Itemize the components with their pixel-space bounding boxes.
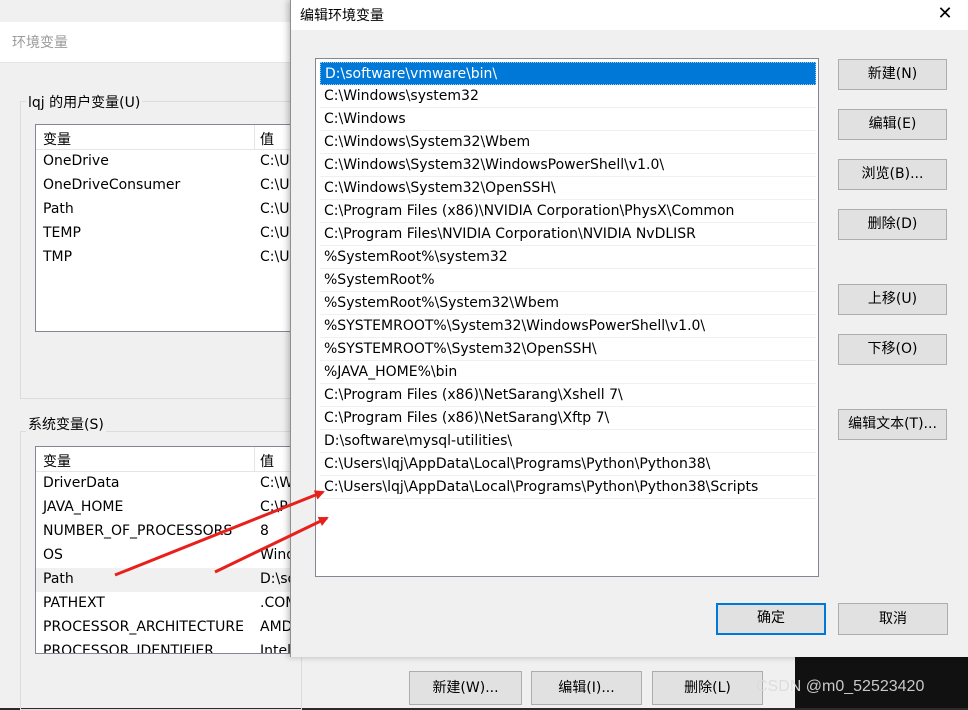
var-value: C:\U bbox=[260, 249, 290, 265]
user-vars-label: lqj 的用户变量(U) bbox=[26, 92, 143, 112]
path-list-item[interactable]: %JAVA_HOME%\bin bbox=[320, 361, 816, 384]
delete-button[interactable]: 删除(D) bbox=[838, 209, 947, 240]
system-vars-label: 系统变量(S) bbox=[26, 414, 106, 434]
col-header-value[interactable]: 值 bbox=[260, 129, 274, 149]
var-value: C:\U bbox=[260, 201, 290, 217]
path-list-item[interactable]: %SystemRoot% bbox=[320, 269, 816, 292]
table-row[interactable]: PATHEXT .COM bbox=[36, 592, 301, 616]
var-name: PATHEXT bbox=[43, 595, 105, 611]
edit-env-var-dialog: 编辑环境变量 ✕ D:\software\vmware\bin\ C:\Windo… bbox=[290, 0, 968, 657]
var-name: PROCESSOR_ARCHITECTURE bbox=[43, 619, 244, 635]
cancel-button[interactable]: 取消 bbox=[838, 603, 948, 635]
var-value: Intel bbox=[260, 643, 291, 654]
watermark: CSDN @m0_52523420 bbox=[756, 678, 925, 695]
table-row[interactable]: TEMP C:\U bbox=[36, 222, 301, 246]
path-list[interactable]: D:\software\vmware\bin\ C:\Windows\system… bbox=[315, 58, 819, 577]
path-list-item[interactable]: C:\Program Files (x86)\NetSarang\Xftp 7\ bbox=[320, 407, 816, 430]
col-header-variable[interactable]: 变量 bbox=[43, 451, 71, 471]
var-value: C:\P bbox=[260, 499, 288, 515]
table-row[interactable]: PROCESSOR_IDENTIFIER Intel bbox=[36, 640, 301, 654]
system-delete-button[interactable]: 删除(L) bbox=[652, 671, 763, 705]
path-list-item[interactable]: C:\Users\lqj\AppData\Local\Programs\Pyth… bbox=[320, 453, 816, 476]
table-row[interactable]: Path D:\so bbox=[36, 568, 301, 592]
var-value: 8 bbox=[260, 523, 269, 539]
var-name: DriverData bbox=[43, 475, 120, 491]
browse-button[interactable]: 浏览(B)... bbox=[838, 159, 947, 190]
path-list-item[interactable]: %SYSTEMROOT%\System32\OpenSSH\ bbox=[320, 338, 816, 361]
path-list-item[interactable]: C:\Windows\System32\OpenSSH\ bbox=[320, 177, 816, 200]
table-row[interactable]: DriverData C:\W bbox=[36, 472, 301, 496]
user-vars-list[interactable]: 变量 值 OneDrive C:\U OneDriveConsumer C:\U Pat… bbox=[35, 124, 302, 332]
close-icon[interactable]: ✕ bbox=[935, 3, 955, 24]
move-down-button[interactable]: 下移(O) bbox=[838, 334, 947, 365]
path-list-item[interactable]: C:\Program Files (x86)\NVIDIA Corporatio… bbox=[320, 200, 816, 223]
var-value: C:\U bbox=[260, 177, 290, 193]
var-name: JAVA_HOME bbox=[43, 499, 124, 515]
var-name: PROCESSOR_IDENTIFIER bbox=[43, 643, 214, 654]
move-up-button[interactable]: 上移(U) bbox=[838, 284, 947, 315]
col-header-variable[interactable]: 变量 bbox=[43, 129, 71, 149]
var-name: OneDrive bbox=[43, 153, 109, 169]
table-row[interactable]: JAVA_HOME C:\P bbox=[36, 496, 301, 520]
var-value: AMD bbox=[260, 619, 293, 635]
path-list-item[interactable]: C:\Windows bbox=[320, 108, 816, 131]
var-name: OneDriveConsumer bbox=[43, 177, 181, 193]
path-list-item[interactable]: C:\Program Files (x86)\NetSarang\Xshell … bbox=[320, 384, 816, 407]
table-row[interactable]: Path C:\U bbox=[36, 198, 301, 222]
system-edit-button[interactable]: 编辑(I)... bbox=[531, 671, 642, 705]
table-row[interactable]: OS Wind bbox=[36, 544, 301, 568]
table-row[interactable]: PROCESSOR_ARCHITECTURE AMD bbox=[36, 616, 301, 640]
table-row[interactable]: TMP C:\U bbox=[36, 246, 301, 270]
path-list-item[interactable]: %SYSTEMROOT%\System32\WindowsPowerShell\… bbox=[320, 315, 816, 338]
bg-window-title: 环境变量 bbox=[12, 35, 68, 51]
var-name: TEMP bbox=[43, 225, 81, 241]
bg-title-bar: 环境变量 bbox=[0, 22, 300, 63]
var-value: C:\W bbox=[260, 475, 294, 491]
var-name: NUMBER_OF_PROCESSORS bbox=[43, 523, 233, 539]
path-list-item[interactable]: %SystemRoot%\System32\Wbem bbox=[320, 292, 816, 315]
path-list-item[interactable]: D:\software\vmware\bin\ bbox=[320, 62, 816, 85]
edit-text-button[interactable]: 编辑文本(T)... bbox=[838, 409, 947, 440]
path-list-item[interactable]: C:\Windows\System32\WindowsPowerShell\v1… bbox=[320, 154, 816, 177]
dialog-title: 编辑环境变量 bbox=[300, 8, 384, 24]
path-list-item[interactable]: D:\software\mysql-utilities\ bbox=[320, 430, 816, 453]
path-list-item[interactable]: %SystemRoot%\system32 bbox=[320, 246, 816, 269]
ok-button[interactable]: 确定 bbox=[716, 603, 826, 635]
system-vars-list[interactable]: 变量 值 DriverData C:\W JAVA_HOME C:\P NUMBER_O… bbox=[35, 446, 302, 654]
var-value: C:\U bbox=[260, 225, 290, 241]
var-name: Path bbox=[43, 571, 74, 587]
path-list-item[interactable]: C:\Windows\System32\Wbem bbox=[320, 131, 816, 154]
table-row[interactable]: NUMBER_OF_PROCESSORS 8 bbox=[36, 520, 301, 544]
path-list-item[interactable]: C:\Program Files\NVIDIA Corporation\NVID… bbox=[320, 223, 816, 246]
var-name: OS bbox=[43, 547, 63, 563]
table-row[interactable]: OneDrive C:\U bbox=[36, 150, 301, 174]
new-button[interactable]: 新建(N) bbox=[838, 59, 947, 90]
system-vars-header: 变量 值 bbox=[36, 447, 301, 472]
system-new-button[interactable]: 新建(W)... bbox=[409, 671, 522, 705]
path-list-item[interactable]: C:\Users\lqj\AppData\Local\Programs\Pyth… bbox=[320, 476, 816, 499]
var-value: C:\U bbox=[260, 153, 290, 169]
edit-button[interactable]: 编辑(E) bbox=[838, 109, 947, 140]
path-list-item[interactable]: C:\Windows\system32 bbox=[320, 85, 816, 108]
var-name: Path bbox=[43, 201, 74, 217]
table-row[interactable]: OneDriveConsumer C:\U bbox=[36, 174, 301, 198]
var-name: TMP bbox=[43, 249, 73, 265]
dialog-title-bar: 编辑环境变量 ✕ bbox=[291, 0, 968, 30]
col-header-value[interactable]: 值 bbox=[260, 451, 274, 471]
user-vars-header: 变量 值 bbox=[36, 125, 301, 150]
